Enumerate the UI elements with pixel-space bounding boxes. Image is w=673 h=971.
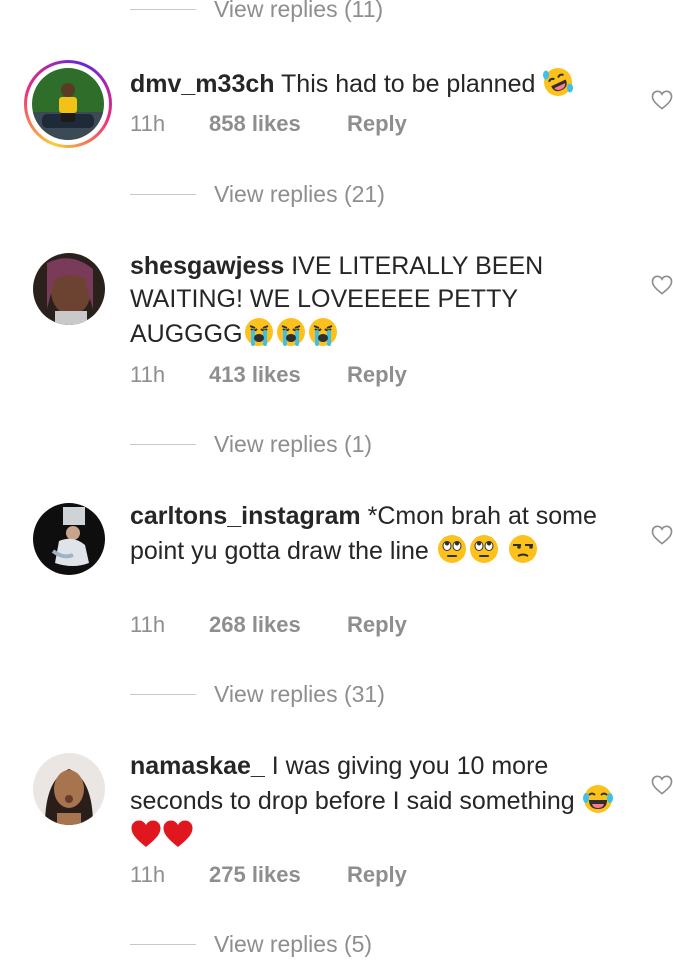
replies-divider [130, 943, 196, 945]
view-replies-label[interactable]: View replies (5) [214, 931, 372, 958]
rolling-laughing-emoji-icon [542, 66, 574, 98]
view-replies-link[interactable]: View replies (31) [130, 679, 385, 709]
loudly-crying-emoji-icon [307, 316, 339, 348]
replies-divider [130, 693, 196, 695]
avatar[interactable] [33, 253, 105, 325]
like-heart-icon[interactable] [651, 275, 673, 295]
likes-count[interactable]: 268 likes [209, 612, 347, 638]
comment-text: This had to be planned [281, 70, 536, 98]
comment-body: carltons_instagram *Cmon brah at some po… [130, 500, 630, 568]
comment-timestamp: 11h [130, 612, 166, 637]
comment-meta: 11h 413 likes Reply [130, 360, 407, 390]
comment-body: shesgawjess IVE LITERALLY BEEN WAITING! … [130, 250, 630, 351]
replies-divider [130, 193, 196, 195]
view-replies-link[interactable]: View replies (1) [130, 429, 372, 459]
avatar[interactable] [33, 503, 105, 575]
comment-meta: 11h 268 likes Reply [130, 610, 407, 640]
loudly-crying-emoji-icon [275, 316, 307, 348]
username[interactable]: carltons_instagram [130, 502, 361, 530]
username[interactable]: dmv_m33ch [130, 70, 275, 98]
loudly-crying-emoji-icon [243, 316, 275, 348]
view-replies-label[interactable]: View replies (11) [214, 0, 383, 23]
likes-count[interactable]: 413 likes [209, 362, 347, 388]
replies-divider [130, 8, 196, 10]
comment-timestamp: 11h [130, 862, 166, 887]
username[interactable]: namaskae_ [130, 752, 265, 780]
avatar-story-ring[interactable] [24, 60, 112, 148]
view-replies-link[interactable]: View replies (5) [130, 929, 372, 959]
unamused-emoji-icon [507, 533, 539, 565]
comment-body: dmv_m33ch This had to be planned [130, 66, 630, 101]
comment-timestamp: 11h [130, 362, 166, 387]
replies-divider [130, 443, 196, 445]
reply-button[interactable]: Reply [347, 862, 407, 888]
reply-button[interactable]: Reply [347, 612, 407, 638]
comment-meta: 11h 858 likes Reply [130, 109, 407, 139]
view-replies-label[interactable]: View replies (1) [214, 431, 372, 458]
username[interactable]: shesgawjess [130, 252, 284, 280]
avatar[interactable] [32, 68, 104, 140]
reply-button[interactable]: Reply [347, 362, 407, 388]
view-replies-top[interactable]: View replies (11) [130, 0, 383, 24]
reply-button[interactable]: Reply [347, 111, 407, 137]
like-heart-icon[interactable] [651, 525, 673, 545]
red-heart-emoji-icon [130, 818, 162, 850]
view-replies-link[interactable]: View replies (21) [130, 179, 385, 209]
comment-meta: 11h 275 likes Reply [130, 860, 407, 890]
avatar[interactable] [33, 753, 105, 825]
eye-roll-emoji-icon [468, 533, 500, 565]
view-replies-label[interactable]: View replies (21) [214, 181, 385, 208]
comment-timestamp: 11h [130, 111, 166, 136]
comment-body: namaskae_ I was giving you 10 more secon… [130, 750, 630, 853]
eye-roll-emoji-icon [436, 533, 468, 565]
likes-count[interactable]: 858 likes [209, 111, 347, 137]
tears-of-joy-emoji-icon [582, 783, 614, 815]
like-heart-icon[interactable] [651, 90, 673, 110]
red-heart-emoji-icon [162, 818, 194, 850]
like-heart-icon[interactable] [651, 775, 673, 795]
likes-count[interactable]: 275 likes [209, 862, 347, 888]
view-replies-label[interactable]: View replies (31) [214, 681, 385, 708]
